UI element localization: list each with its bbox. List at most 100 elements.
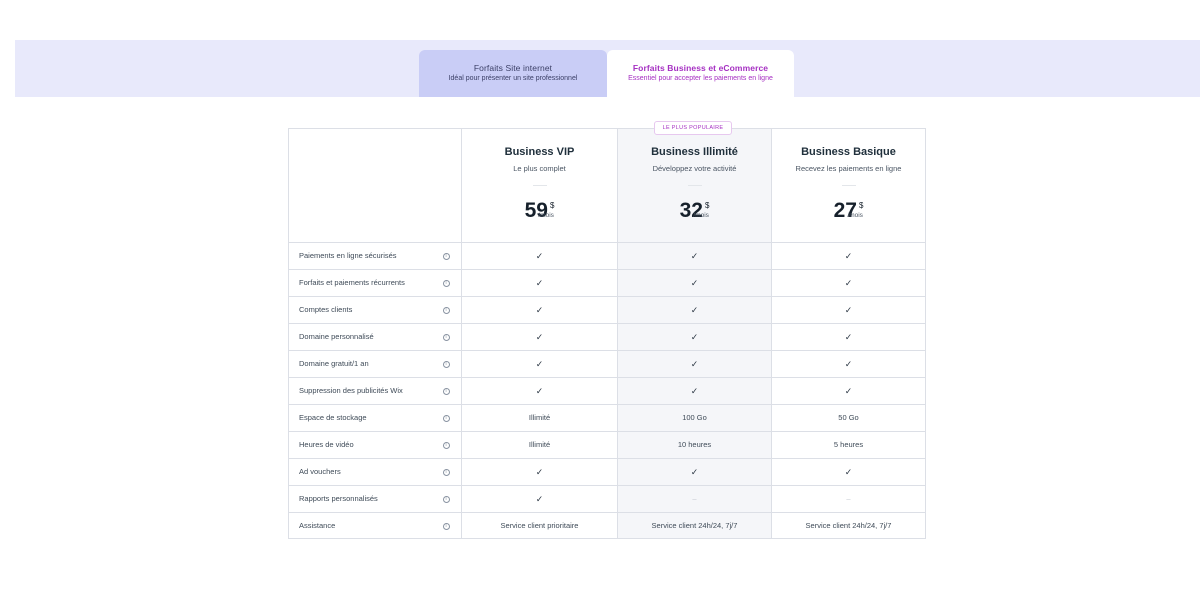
feature-value-plan-3: ✓ — [844, 467, 853, 477]
feature-value-plan-1: ✓ — [535, 494, 544, 504]
info-icon: i — [442, 360, 450, 368]
feature-label: Suppression des publicités Wix — [299, 386, 403, 395]
info-button[interactable]: i — [441, 432, 451, 458]
feature-value-plan-1: ✓ — [535, 278, 544, 288]
table-row: Domaine gratuit/1 an i ✓ ✓ ✓ — [289, 351, 925, 378]
table-row: Espace de stockage i Illimité 100 Go 50 Go — [289, 405, 925, 432]
plan-comparison-table: Business VIP Le plus complet 59 $ /mois B… — [288, 128, 926, 539]
info-button[interactable]: i — [441, 486, 451, 512]
info-button[interactable]: i — [441, 378, 451, 404]
feature-value-plan-3: ✓ — [844, 305, 853, 315]
price-currency: $ — [704, 201, 710, 210]
info-button[interactable]: i — [441, 297, 451, 323]
plan-separator — [532, 185, 547, 186]
feature-value-plan-2: ✓ — [690, 332, 699, 342]
feature-value-plan-1: ✓ — [535, 332, 544, 342]
table-row: Domaine personnalisé i ✓ ✓ ✓ — [289, 324, 925, 351]
plan-price: 59 $ /mois — [462, 199, 617, 223]
info-button[interactable]: i — [441, 405, 451, 431]
plan-business-illimite[interactable]: Business Illimité Développez votre activ… — [618, 129, 771, 242]
tab-website-plans-subtitle: Idéal pour présenter un site professionn… — [448, 75, 578, 82]
feature-value-plan-3: ✓ — [844, 386, 853, 396]
info-button[interactable]: i — [441, 351, 451, 377]
plan-separator — [841, 185, 856, 186]
feature-value-plan-1: ✓ — [535, 467, 544, 477]
feature-value-plan-3: ✓ — [844, 359, 853, 369]
plan-business-vip[interactable]: Business VIP Le plus complet 59 $ /mois — [462, 129, 617, 242]
info-icon: i — [442, 387, 450, 395]
price-period: /mois — [847, 212, 863, 219]
tab-website-plans[interactable]: Forfaits Site internet Idéal pour présen… — [419, 50, 607, 97]
feature-value-plan-1: ✓ — [535, 386, 544, 396]
info-icon: i — [442, 333, 450, 341]
info-button[interactable]: i — [441, 243, 451, 269]
plan-separator — [687, 185, 702, 186]
plan-price: 27 $ /mois — [772, 199, 925, 223]
price-period: /mois — [538, 212, 554, 219]
feature-label: Rapports personnalisés — [299, 494, 378, 503]
tab-business-ecommerce-title: Forfaits Business et eCommerce — [632, 63, 769, 73]
feature-value-plan-3: 50 Go — [838, 413, 859, 422]
feature-value-plan-2: – — [692, 494, 697, 503]
plan-category-tabbar: Forfaits Site internet Idéal pour présen… — [15, 40, 1200, 97]
table-row: Heures de vidéo i Illimité 10 heures 5 heure… — [289, 432, 925, 459]
info-icon: i — [442, 306, 450, 314]
info-button[interactable]: i — [441, 270, 451, 296]
price-period: /mois — [693, 212, 709, 219]
plan-name: Business Illimité — [651, 146, 738, 158]
plan-price: 32 $ /mois — [618, 199, 771, 223]
feature-value-plan-2: 100 Go — [682, 413, 707, 422]
table-row: Forfaits et paiements récurrents i ✓ ✓ ✓ — [289, 270, 925, 297]
info-button[interactable]: i — [441, 459, 451, 485]
info-icon: i — [442, 468, 450, 476]
table-row: Assistance i Service client prioritaire Ser… — [289, 513, 925, 540]
feature-label: Comptes clients — [299, 305, 353, 314]
plan-description: Développez votre activité — [652, 164, 737, 173]
feature-label: Forfaits et paiements récurrents — [299, 278, 405, 287]
info-icon: i — [442, 279, 450, 287]
info-button[interactable]: i — [441, 324, 451, 350]
tab-business-ecommerce-subtitle: Essentiel pour accepter les paiements en… — [628, 75, 773, 82]
feature-value-plan-3: Service client 24h/24, 7j/7 — [805, 521, 892, 530]
feature-label: Heures de vidéo — [299, 440, 354, 449]
feature-value-plan-1: ✓ — [535, 359, 544, 369]
feature-label: Domaine gratuit/1 an — [299, 359, 369, 368]
feature-value-plan-1: Illimité — [528, 440, 551, 449]
feature-value-plan-1: Illimité — [528, 413, 551, 422]
feature-label: Paiements en ligne sécurisés — [299, 251, 397, 260]
feature-value-plan-3: ✓ — [844, 251, 853, 261]
info-button[interactable]: i — [441, 513, 451, 539]
tab-business-ecommerce-plans[interactable]: Forfaits Business et eCommerce Essentiel… — [607, 50, 794, 97]
plan-name: Business VIP — [504, 146, 575, 158]
price-amount: 59 — [524, 199, 548, 222]
feature-label: Espace de stockage — [299, 413, 367, 422]
feature-value-plan-1: Service client prioritaire — [500, 521, 579, 530]
feature-value-plan-2: ✓ — [690, 467, 699, 477]
price-amount: 32 — [679, 199, 703, 222]
feature-value-plan-2: ✓ — [690, 305, 699, 315]
price-currency: $ — [858, 201, 864, 210]
tab-website-plans-title: Forfaits Site internet — [473, 63, 553, 73]
plan-name: Business Basique — [801, 146, 896, 158]
feature-label: Domaine personnalisé — [299, 332, 374, 341]
info-icon: i — [442, 522, 450, 530]
feature-value-plan-2: ✓ — [690, 278, 699, 288]
feature-label: Assistance — [299, 521, 336, 530]
feature-value-plan-3: ✓ — [844, 332, 853, 342]
feature-value-plan-3: ✓ — [844, 278, 853, 288]
feature-label: Ad vouchers — [299, 467, 341, 476]
feature-value-plan-2: ✓ — [690, 251, 699, 261]
feature-value-plan-3: – — [846, 494, 851, 503]
feature-value-plan-2: ✓ — [690, 386, 699, 396]
price-currency: $ — [549, 201, 555, 210]
info-icon: i — [442, 414, 450, 422]
info-icon: i — [442, 252, 450, 260]
table-row: Comptes clients i ✓ ✓ ✓ — [289, 297, 925, 324]
plan-header-row: Business VIP Le plus complet 59 $ /mois B… — [289, 129, 925, 243]
plan-business-basique[interactable]: Business Basique Recevez les paiements e… — [772, 129, 925, 242]
table-row: Ad vouchers i ✓ ✓ ✓ — [289, 459, 925, 486]
table-row: Suppression des publicités Wix i ✓ ✓ ✓ — [289, 378, 925, 405]
plan-description: Le plus complet — [513, 164, 566, 173]
table-row: Rapports personnalisés i ✓ – – — [289, 486, 925, 513]
feature-value-plan-1: ✓ — [535, 251, 544, 261]
